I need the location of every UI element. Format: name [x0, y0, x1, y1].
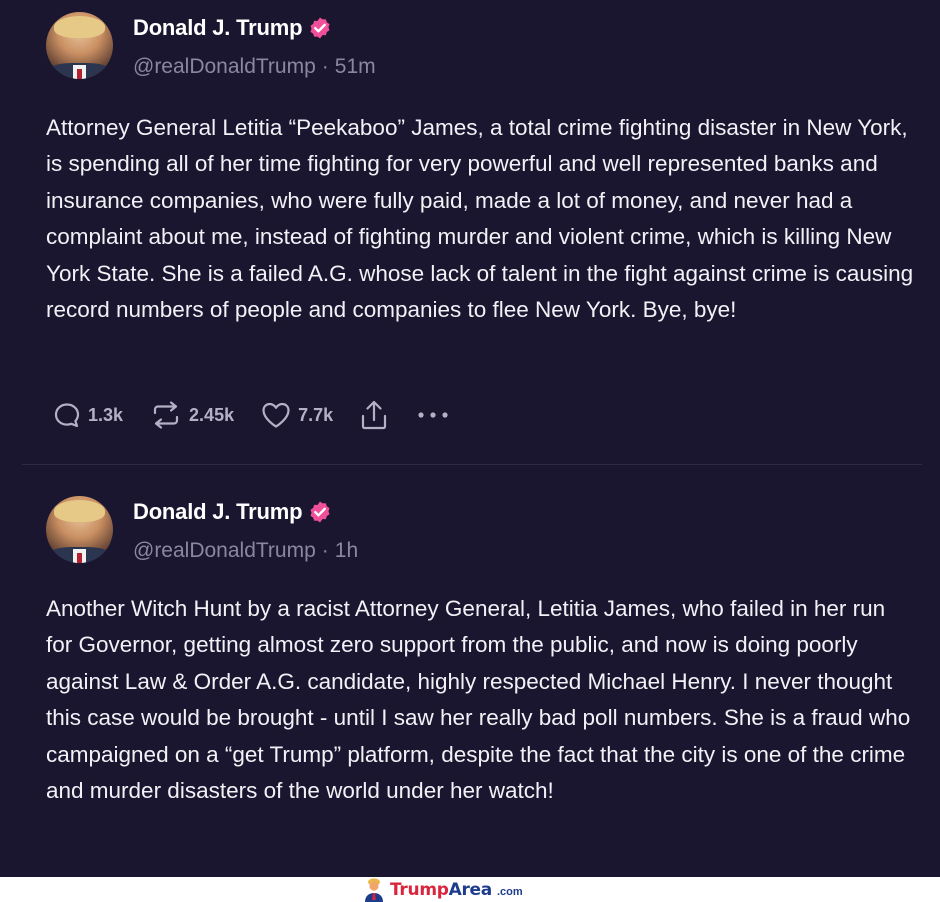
author-row: Donald J. Trump	[133, 498, 332, 526]
more-icon	[418, 412, 448, 418]
meta-separator: ·	[321, 539, 329, 562]
heart-icon	[262, 402, 290, 428]
author-handle[interactable]: @realDonaldTrump	[133, 539, 316, 563]
more-button[interactable]	[415, 400, 451, 430]
author-handle[interactable]: @realDonaldTrump	[133, 55, 316, 79]
post-text: Another Witch Hunt by a racist Attorney …	[46, 596, 911, 804]
post-meta: @realDonaldTrump · 1h	[133, 537, 358, 565]
repost-icon	[153, 401, 179, 429]
share-icon	[362, 400, 387, 430]
author-name[interactable]: Donald J. Trump	[133, 15, 303, 41]
repost-count: 2.45k	[189, 404, 235, 425]
brand-tld: .com	[496, 885, 523, 898]
post-time[interactable]: 51m	[335, 55, 376, 79]
feed: Donald J. Trump @realDonaldTrump · 51m A…	[0, 0, 940, 877]
brand-part-2: Area	[448, 879, 493, 900]
share-button[interactable]	[359, 398, 389, 432]
like-button[interactable]: 7.7k	[260, 400, 333, 430]
author-row: Donald J. Trump	[133, 14, 332, 42]
verified-badge-icon	[310, 501, 330, 523]
meta-separator: ·	[321, 55, 329, 78]
divider	[22, 464, 922, 465]
brand-part-1: Trump	[390, 879, 449, 900]
like-count: 7.7k	[298, 404, 334, 425]
avatar[interactable]	[46, 496, 113, 563]
author-name[interactable]: Donald J. Trump	[133, 499, 303, 525]
watermark-footer: TrumpArea .com	[0, 877, 940, 902]
mascot-icon	[365, 878, 383, 902]
repost-button[interactable]: 2.45k	[149, 400, 234, 430]
post-text: Attorney General Letitia “Peekaboo” Jame…	[46, 115, 914, 323]
avatar[interactable]	[46, 12, 113, 79]
post-meta: @realDonaldTrump · 51m	[133, 53, 376, 81]
reply-button[interactable]: 1.3k	[52, 400, 123, 430]
post-time[interactable]: 1h	[335, 539, 358, 563]
reply-icon	[54, 403, 80, 428]
verified-badge-icon	[310, 17, 330, 39]
post-actions: 1.3k 2.45k 7.7k	[52, 397, 477, 433]
brand-name: TrumpArea	[390, 880, 492, 900]
reply-count: 1.3k	[88, 404, 124, 425]
brand-logo: TrumpArea .com	[362, 877, 523, 902]
